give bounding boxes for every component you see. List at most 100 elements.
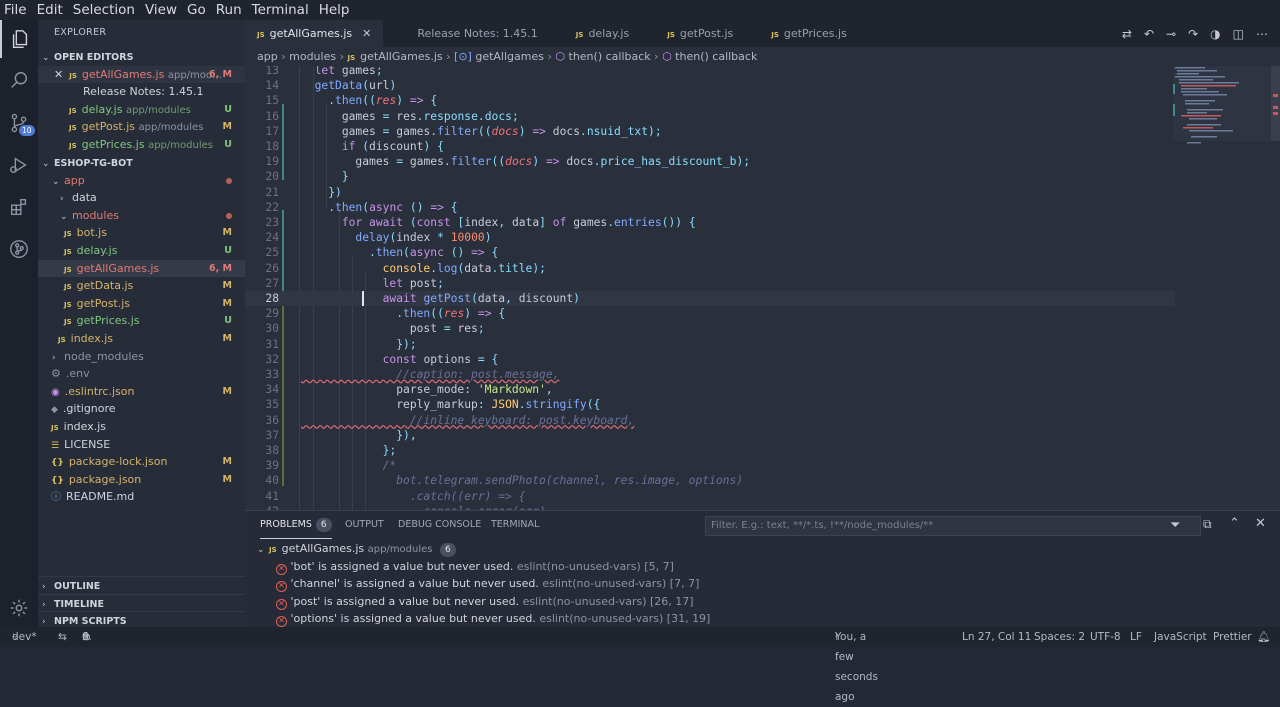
problem-item[interactable]: ✕ 'options' is assigned a value but neve… [245, 610, 1280, 628]
code-text: .then((res) => { [328, 94, 438, 108]
formatter[interactable]: Prettier [1213, 627, 1252, 647]
tree-file[interactable]: JS index.js [38, 418, 245, 436]
problems-file-row[interactable]: ⌄ JS getAllGames.js app/modules 6 [245, 540, 1280, 558]
project-section[interactable]: ⌄ ESHOP-TG-BOT [38, 154, 245, 172]
code-text: parse_mode: 'Markdown', [396, 383, 553, 397]
menu-go[interactable]: Go [187, 2, 206, 18]
tree-file[interactable]: {} package-lock.json M [38, 453, 245, 471]
breadcrumb-item[interactable]: getAllgames [475, 50, 544, 63]
tree-file[interactable]: JS getData.js M [38, 277, 245, 295]
tree-file[interactable]: ⓘ README.md [38, 488, 245, 506]
tree-file[interactable]: JS bot.js M [38, 224, 245, 242]
tree-file-selected[interactable]: JS getAllGames.js 6, M [38, 259, 245, 278]
close-panel-icon[interactable]: ✕ [1255, 516, 1266, 531]
tab-release-notes[interactable]: Release Notes: 1.45.1 [383, 20, 549, 47]
filter-icon[interactable]: ⏷ [1170, 518, 1180, 533]
tree-folder-data[interactable]: › data [38, 189, 245, 207]
end-of-line[interactable]: LF [1130, 627, 1142, 647]
sync-icon[interactable]: ⇆ [58, 627, 67, 647]
indentation[interactable]: Spaces: 2 [1034, 627, 1085, 647]
close-icon[interactable]: ✕ [54, 68, 63, 81]
problem-item[interactable]: ✕ 'bot' is assigned a value but never us… [245, 558, 1280, 576]
more-actions-icon[interactable]: ⋯ [1256, 27, 1268, 41]
open-editors-section[interactable]: ⌄ OPEN EDITORS [38, 48, 245, 66]
breadcrumb-item[interactable]: getAllGames.js [360, 50, 442, 63]
tab-terminal[interactable]: TERMINAL [491, 511, 539, 539]
breadcrumb-item[interactable]: then() callback [569, 50, 651, 63]
tree-file[interactable]: ⚙ .env [38, 365, 245, 383]
code-text: let post; [382, 276, 444, 290]
code-editor[interactable]: 13 let games; 14 getData(url) 15 .then((re… [245, 66, 1280, 510]
js-file-icon: JS [69, 106, 77, 115]
cursor-position[interactable]: Ln 27, Col 11 [962, 627, 1031, 647]
go-forward-icon[interactable]: ↷ [1188, 27, 1198, 41]
open-editor-item[interactable]: Release Notes: 1.45.1 [38, 83, 245, 101]
run-debug-icon[interactable] [0, 146, 38, 184]
tab-output[interactable]: OUTPUT [345, 511, 384, 539]
menu-terminal[interactable]: Terminal [252, 2, 309, 18]
code-text: }); [396, 337, 417, 351]
encoding[interactable]: UTF-8 [1090, 627, 1121, 647]
line-number: 25 [265, 246, 279, 260]
tree-file[interactable]: ◉ .eslintrc.json M [38, 383, 245, 401]
minimap-preview [1173, 66, 1280, 144]
problems-filter-input[interactable]: Filter. E.g.: text, **/*.ts, !**/node_mo… [705, 516, 1201, 536]
split-editor-icon[interactable]: ◫ [1233, 27, 1244, 41]
tree-file[interactable]: JS index.js M [38, 330, 245, 348]
problem-item[interactable]: ✕ 'post' is assigned a value but never u… [245, 593, 1280, 611]
search-icon[interactable] [0, 62, 38, 100]
menu-selection[interactable]: Selection [73, 2, 135, 18]
language-mode[interactable]: JavaScript [1154, 627, 1207, 647]
breadcrumb-item[interactable]: then() callback [675, 50, 757, 63]
menu-run[interactable]: Run [216, 2, 242, 18]
tab-getprices[interactable]: JS getPrices.js [745, 20, 859, 47]
source-control-icon[interactable]: 10 [0, 104, 38, 142]
line-number: 23 [265, 216, 279, 229]
blame-toggle-icon[interactable]: ◑ [1210, 27, 1220, 41]
menu-help[interactable]: Help [319, 2, 350, 18]
close-icon[interactable]: ✕ [362, 27, 371, 40]
tab-debug-console[interactable]: DEBUG CONSOLE [398, 511, 481, 539]
outline-section[interactable]: › OUTLINE [38, 576, 245, 594]
menu-view[interactable]: View [145, 2, 177, 18]
git-graph-icon[interactable] [0, 230, 38, 268]
notifications-bell-icon[interactable]: 🔔︎ [1257, 627, 1270, 647]
code-line: 13 let games; [245, 66, 1175, 78]
tab-delay[interactable]: JS delay.js [550, 20, 641, 47]
maximize-panel-icon[interactable]: ⌃ [1229, 516, 1240, 531]
tab-getpost[interactable]: JS getPost.js [641, 20, 745, 47]
explorer-icon[interactable] [0, 20, 38, 58]
open-editor-item[interactable]: JS getPost.js app/modules M [38, 118, 245, 136]
tree-file[interactable]: JS getPrices.js U [38, 312, 245, 330]
timeline-section[interactable]: › TIMELINE [38, 594, 245, 612]
line-number: 31 [265, 337, 279, 351]
git-commit-icon[interactable]: ⊸ [1166, 27, 1176, 41]
tab-getallgames[interactable]: JS getAllGames.js ✕ [245, 20, 384, 47]
extensions-icon[interactable] [0, 188, 38, 226]
code-text: }), [396, 428, 417, 442]
menu-edit[interactable]: Edit [37, 2, 63, 18]
tree-file[interactable]: ◆ .gitignore [38, 400, 245, 418]
code-line: 15 .then((res) => { [245, 93, 1175, 108]
breadcrumb-item[interactable]: modules [289, 50, 336, 63]
problem-item[interactable]: ✕ 'channel' is assigned a value but neve… [245, 575, 1280, 593]
tab-problems[interactable]: PROBLEMS 6 [260, 511, 332, 539]
tree-file[interactable]: {} package.json M [38, 471, 245, 489]
breadcrumb-item[interactable]: app [257, 50, 278, 63]
git-compare-icon[interactable]: ⇄ [1122, 27, 1132, 41]
settings-gear-icon[interactable] [0, 589, 38, 627]
tree-folder-modules[interactable]: ⌄ modules [38, 207, 245, 225]
collapse-all-icon[interactable]: ⧉ [1203, 517, 1212, 532]
open-editor-item[interactable]: JS delay.js app/modules U [38, 101, 245, 119]
tree-folder-app[interactable]: ⌄ app [38, 172, 245, 190]
tree-file[interactable]: JS delay.js U [38, 242, 245, 260]
open-editor-item[interactable]: ✕ JS getAllGames.js app/mod... 6, M [38, 65, 245, 84]
tree-file[interactable]: ☰ LICENSE [38, 436, 245, 454]
menu-file[interactable]: File [4, 2, 27, 18]
minimap[interactable] [1173, 66, 1280, 510]
tree-folder-node-modules[interactable]: › node_modules [38, 348, 245, 366]
open-editor-item[interactable]: JS getPrices.js app/modules U [38, 136, 245, 154]
npm-scripts-section[interactable]: › NPM SCRIPTS [38, 611, 245, 629]
tree-file[interactable]: JS getPost.js M [38, 295, 245, 313]
go-back-icon[interactable]: ↶ [1144, 27, 1154, 41]
